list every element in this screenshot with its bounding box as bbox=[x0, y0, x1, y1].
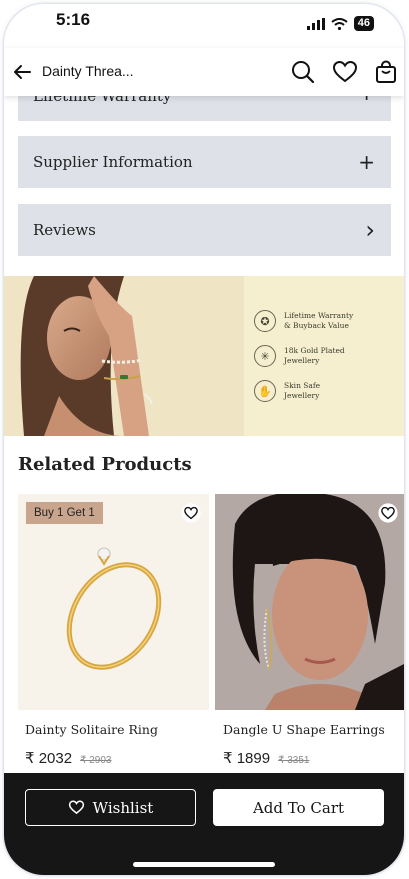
top-app-bar: Dainty Threa... bbox=[4, 48, 404, 96]
add-to-cart-button[interactable]: Add To Cart bbox=[213, 789, 384, 826]
shopping-bag-icon[interactable] bbox=[374, 60, 398, 84]
feature-line: Skin Safe bbox=[284, 381, 321, 390]
feature-line: Jewellery bbox=[284, 391, 320, 400]
wishlist-label: Wishlist bbox=[92, 798, 154, 817]
earrings-model-image bbox=[215, 494, 404, 710]
accordion-label: Reviews bbox=[33, 221, 96, 239]
certificate-icon: ✪ bbox=[254, 310, 276, 332]
offer-badge: Buy 1 Get 1 bbox=[26, 502, 103, 524]
feature-line: Jewellery bbox=[284, 356, 320, 365]
model-photo bbox=[4, 276, 244, 436]
bottom-action-bar: Wishlist Add To Cart bbox=[4, 773, 404, 875]
wishlist-button[interactable]: Wishlist bbox=[25, 789, 196, 826]
sparkle-icon: ✳ bbox=[254, 345, 276, 367]
accordion-reviews[interactable]: Reviews › bbox=[18, 204, 391, 256]
feature-line: Lifetime Warranty bbox=[284, 311, 354, 320]
feature-line: 18k Gold Plated bbox=[284, 346, 345, 355]
phone-screen: 5:16 46 Dainty Threa... Lifetime Warrant… bbox=[4, 4, 404, 875]
chevron-right-icon: › bbox=[365, 216, 375, 244]
plus-icon: + bbox=[358, 150, 375, 174]
status-icons: 46 bbox=[306, 16, 374, 31]
feature-gold-plated: ✳ 18k Gold Plated Jewellery bbox=[254, 345, 364, 367]
promo-banner: ✪ Lifetime Warranty & Buyback Value ✳ 18k… bbox=[4, 276, 404, 436]
signal-icon bbox=[306, 17, 325, 30]
home-indicator[interactable] bbox=[133, 862, 275, 867]
product-name[interactable]: Dainty Solitaire Ring bbox=[25, 722, 158, 737]
product-card-ring[interactable]: Buy 1 Get 1 bbox=[18, 494, 209, 710]
back-arrow-icon[interactable] bbox=[10, 60, 34, 84]
ring-image bbox=[66, 547, 162, 670]
feature-skin-safe: ✋ Skin Safe Jewellery bbox=[254, 380, 364, 402]
accordion-label: Supplier Information bbox=[33, 153, 193, 171]
current-price: ₹ 1899 bbox=[223, 750, 271, 767]
status-bar: 5:16 46 bbox=[4, 4, 404, 48]
related-products-heading: Related Products bbox=[18, 454, 192, 475]
heart-icon bbox=[68, 800, 84, 815]
product-name[interactable]: Dangle U Shape Earrings bbox=[223, 722, 385, 737]
wishlist-heart-icon[interactable] bbox=[378, 503, 398, 523]
heart-icon[interactable] bbox=[332, 59, 358, 85]
header-actions bbox=[290, 59, 398, 85]
wifi-icon bbox=[331, 17, 348, 30]
current-price: ₹ 2032 bbox=[25, 750, 73, 767]
original-price: ₹ 2903 bbox=[80, 755, 112, 766]
hand-icon: ✋ bbox=[254, 380, 276, 402]
wishlist-heart-icon[interactable] bbox=[181, 503, 201, 523]
search-icon[interactable] bbox=[290, 59, 316, 85]
page-title: Dainty Threa... bbox=[42, 63, 134, 79]
product-price: ₹ 2032 ₹ 2903 bbox=[25, 749, 111, 767]
status-time: 5:16 bbox=[56, 10, 91, 29]
battery-indicator: 46 bbox=[353, 16, 374, 31]
feature-warranty: ✪ Lifetime Warranty & Buyback Value bbox=[254, 310, 364, 332]
product-price: ₹ 1899 ₹ 3351 bbox=[223, 749, 309, 767]
original-price: ₹ 3351 bbox=[278, 755, 310, 766]
feature-line: & Buyback Value bbox=[284, 321, 349, 330]
accordion-supplier-information[interactable]: Supplier Information + bbox=[18, 136, 391, 188]
product-card-earrings[interactable] bbox=[215, 494, 404, 710]
